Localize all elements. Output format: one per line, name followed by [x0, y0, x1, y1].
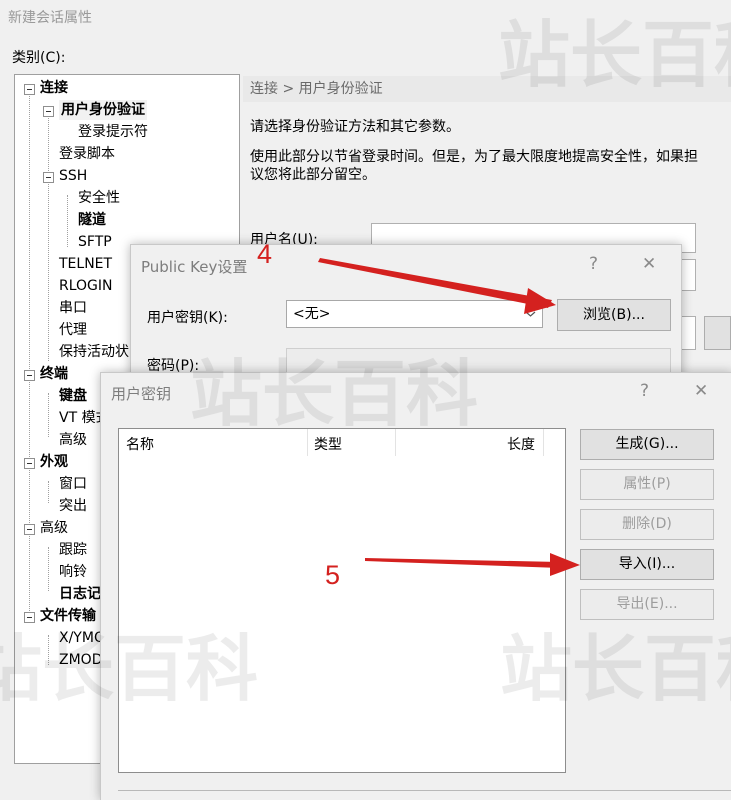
annotation-arrow-5 — [365, 558, 560, 568]
annotation-arrow-4 — [318, 258, 552, 308]
annotation-arrows — [318, 258, 580, 576]
annotation-arrowhead-5 — [550, 553, 580, 576]
